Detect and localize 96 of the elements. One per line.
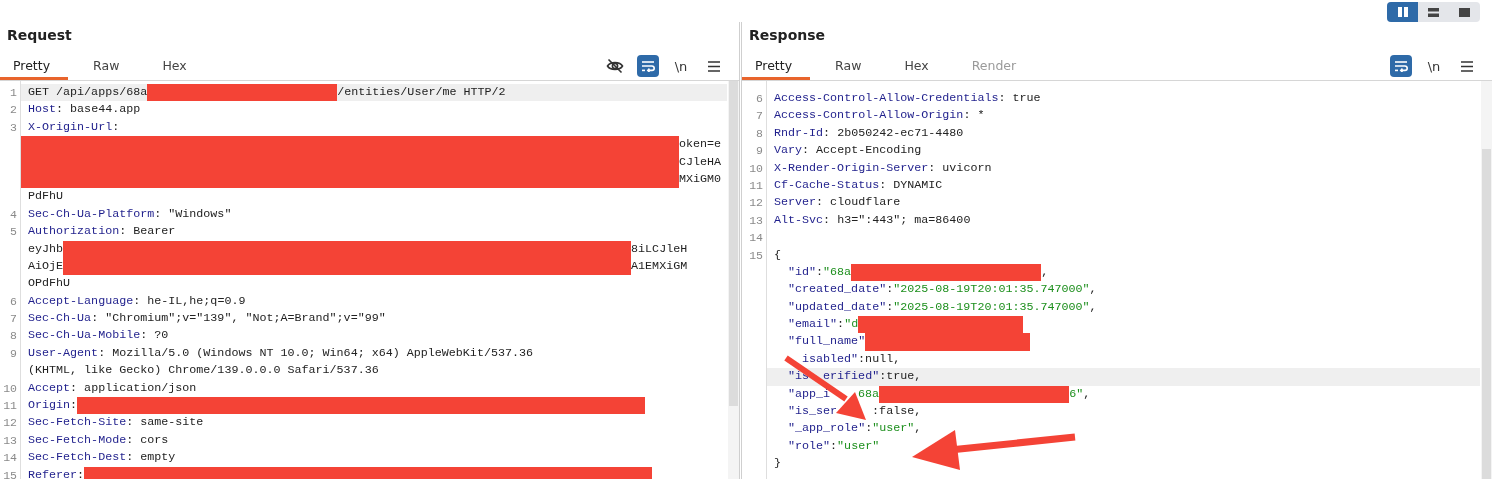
- code-text: Rndr-Id: 2b050242-ec71-4480: [774, 124, 964, 142]
- line-number: 12: [749, 196, 763, 210]
- code-text: ,: [1041, 263, 1049, 281]
- code-text: Sec-Fetch-Dest: empty: [28, 449, 176, 467]
- code-text: 68a: [858, 385, 880, 403]
- code-text: (KHTML, like Gecko) Chrome/139.0.0.0 Safari/537.36: [28, 362, 379, 380]
- wrap-icon: [641, 60, 655, 72]
- code-text: oken=e: [678, 136, 721, 154]
- line-number: 7: [756, 109, 763, 123]
- code-text: {: [774, 246, 781, 264]
- code-text: Sec-Ch-Ua-Mobile: ?0: [28, 327, 169, 345]
- tab[interactable]: Hex: [149, 54, 205, 80]
- line-number: 12: [3, 416, 17, 430]
- code-text: Sec-Ch-Ua: "Chromium";v="139", "Not;A=Brand";v="99": [28, 310, 386, 328]
- line-number: 8: [10, 329, 17, 343]
- code-text: GET /api/apps/68a: [28, 84, 148, 101]
- code-text: Server: cloudflare: [774, 194, 901, 212]
- code-text: isabled":null,: [802, 350, 901, 368]
- code-text: "email":"d: [788, 316, 859, 334]
- code-text: /entities/User/me HTTP/2: [337, 84, 506, 101]
- line-number: 9: [756, 144, 763, 158]
- code-text: Sec-Fetch-Site: same-site: [28, 414, 204, 432]
- code-text: X-Render-Origin-Server: uvicorn: [774, 159, 992, 177]
- code-text: Accept-Language: he-IL,he;q=0.9: [28, 292, 246, 310]
- code-text: "updated_date":"2025-08-19T20:01:35.747000",: [788, 298, 1097, 316]
- line-number: 13: [749, 213, 763, 227]
- columns-icon: [1397, 7, 1408, 17]
- code-text: CJleHA: [678, 153, 721, 171]
- code-text: Access-Control-Allow-Origin: *: [774, 107, 985, 125]
- code-text: 6",: [1069, 385, 1091, 403]
- panel-title: Response: [748, 26, 827, 45]
- line-number: 11: [3, 399, 17, 413]
- single-pane-icon: [1459, 7, 1470, 17]
- line-number: 1: [10, 86, 17, 99]
- tab[interactable]: Hex: [891, 54, 947, 80]
- code-text: Origin:: [28, 397, 78, 415]
- tab[interactable]: Raw: [822, 54, 880, 80]
- line-number: 9: [10, 346, 17, 360]
- code-text: "id":"68a: [788, 263, 852, 281]
- code-text: OPdFhU: [28, 275, 71, 293]
- code-text: :false,: [872, 403, 922, 421]
- line-number: 2: [10, 103, 17, 117]
- newline-button[interactable]: \n: [670, 55, 692, 77]
- code-text: eyJhb: [28, 240, 64, 258]
- tab[interactable]: Pretty: [0, 54, 69, 80]
- code-text: Host: base44.app: [28, 101, 141, 119]
- code-text: MXiGM0: [678, 170, 721, 188]
- code-text: "_app_role":"user",: [788, 420, 922, 438]
- code-text: }: [774, 455, 781, 473]
- panel-title: Request: [6, 26, 73, 45]
- code-text: "role":"user": [788, 437, 880, 455]
- code-text: AiOjE: [28, 257, 64, 275]
- code-text: Referer:: [28, 466, 85, 479]
- code-text: 8iLCJleH: [631, 240, 688, 258]
- wrap-icon: [1394, 60, 1408, 72]
- code-text: A1EMXiGM: [631, 257, 688, 275]
- line-number: 15: [3, 468, 17, 479]
- layout-button[interactable]: [1387, 2, 1418, 22]
- tab[interactable]: Pretty: [742, 54, 811, 80]
- code-text: Authorization: Bearer: [28, 223, 176, 241]
- scrollbar[interactable]: [1481, 81, 1492, 479]
- word-wrap-button[interactable]: [1390, 55, 1412, 77]
- code-text: erified":true,: [823, 368, 922, 386]
- line-number: 6: [10, 294, 17, 308]
- code-text: X-Origin-Url:: [28, 118, 120, 136]
- line-number: 4: [10, 207, 17, 221]
- code-text: Accept: application/json: [28, 379, 197, 397]
- line-number: 8: [756, 126, 763, 140]
- line-number: 10: [3, 381, 17, 395]
- scrollbar[interactable]: [728, 81, 739, 479]
- code-text: Sec-Ch-Ua-Platform: "Windows": [28, 205, 232, 223]
- code-text: Vary: Accept-Encoding: [774, 142, 922, 160]
- line-number: 6: [756, 92, 763, 105]
- line-number: 15: [749, 248, 763, 262]
- tab[interactable]: Raw: [80, 54, 138, 80]
- line-number: 14: [3, 451, 17, 465]
- code-text: Alt-Svc: h3=":443"; ma=86400: [774, 211, 971, 229]
- line-number: 5: [10, 225, 17, 239]
- newline-button[interactable]: \n: [1423, 55, 1445, 77]
- line-number: 7: [10, 312, 17, 326]
- line-number: 11: [749, 178, 763, 192]
- line-number: 14: [749, 231, 763, 245]
- code-text: "created_date":"2025-08-19T20:01:35.747000",: [788, 281, 1097, 299]
- line-number: 13: [3, 433, 17, 447]
- code-text: "full_name": [788, 333, 866, 351]
- code-text: "is_ser: [788, 403, 838, 421]
- code-text: Access-Control-Allow-Credentials: true: [774, 90, 1041, 107]
- rows-icon: [1428, 7, 1439, 17]
- line-number: 3: [10, 120, 17, 134]
- code-text: Sec-Fetch-Mode: cors: [28, 431, 169, 449]
- line-number: 10: [749, 161, 763, 175]
- code-text: Cf-Cache-Status: DYNAMIC: [774, 176, 943, 194]
- code-text: PdFhU: [28, 188, 64, 206]
- code-text: "app_i: [788, 385, 831, 403]
- code-text: User-Agent: Mozilla/5.0 (Windows NT 10.0; Win64; x64) AppleWebKit/537.36: [28, 344, 533, 362]
- word-wrap-button[interactable]: [637, 55, 659, 77]
